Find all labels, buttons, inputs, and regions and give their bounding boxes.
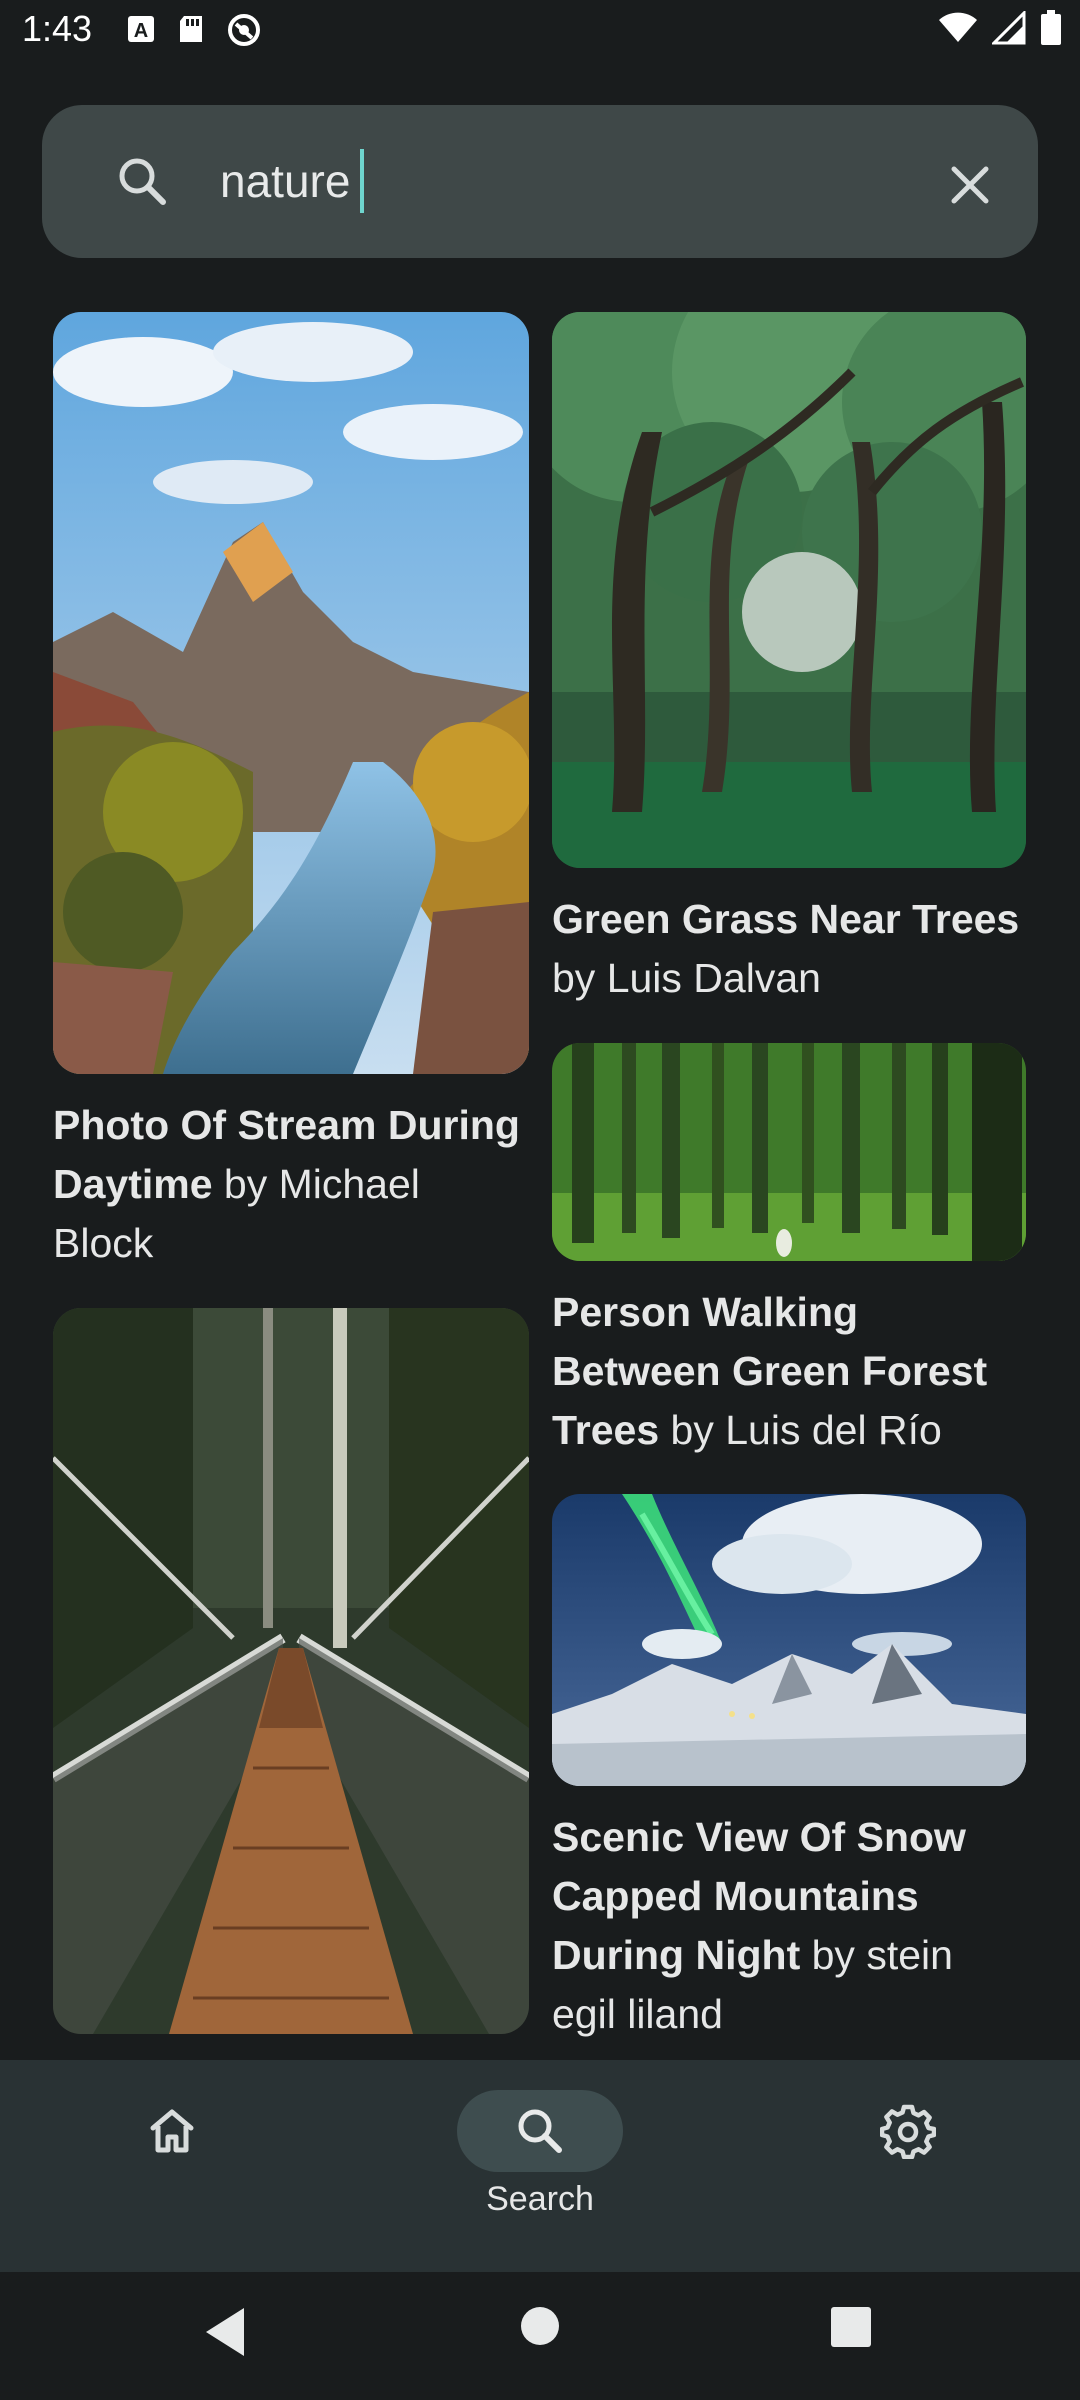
suspension-bridge-image bbox=[53, 1308, 529, 2034]
wifi-icon bbox=[939, 12, 977, 42]
vpn-icon bbox=[228, 14, 260, 46]
back-icon[interactable] bbox=[200, 2302, 250, 2362]
home-icon bbox=[150, 2109, 194, 2153]
by-text: by bbox=[659, 1407, 726, 1453]
green-forest-image bbox=[552, 1043, 1026, 1261]
a-icon: A bbox=[128, 16, 154, 42]
svg-text:A: A bbox=[134, 20, 148, 42]
by-text: by bbox=[800, 1932, 867, 1978]
status-left-icons: A bbox=[126, 12, 262, 48]
author-name: Luis Dalvan bbox=[606, 955, 821, 1001]
by-text: by bbox=[212, 1161, 279, 1207]
aurora-mountains-photo[interactable] bbox=[552, 1494, 1026, 1786]
nav-pill bbox=[89, 2090, 255, 2172]
green-trees-image bbox=[552, 312, 1026, 868]
aurora-mountains-image bbox=[552, 1494, 1026, 1786]
result-caption: Photo Of Stream During Daytime by Michae… bbox=[53, 1096, 529, 1273]
status-time: 1:43 bbox=[22, 8, 93, 49]
green-trees-photo[interactable] bbox=[552, 312, 1026, 868]
photo-title: Green Grass Near Trees bbox=[552, 896, 1020, 942]
recents-icon[interactable] bbox=[830, 2306, 872, 2348]
nav-pill-active bbox=[457, 2090, 623, 2172]
search-icon bbox=[119, 158, 166, 205]
result-card[interactable]: Person Walking Between Green Forest Tree… bbox=[552, 1043, 1026, 1460]
app-screen: 1:43 A nature Photo Of Stream During Day… bbox=[0, 0, 1080, 2400]
suspension-bridge-photo[interactable] bbox=[53, 1308, 529, 2034]
nav-item-search[interactable]: Search bbox=[440, 2090, 640, 2219]
battery-icon bbox=[1041, 10, 1061, 45]
by-text: by bbox=[552, 955, 607, 1001]
nav-pill bbox=[825, 2090, 991, 2172]
result-caption: Scenic View Of Snow Capped Mountains Dur… bbox=[552, 1808, 1026, 2044]
home-button-icon[interactable] bbox=[520, 2306, 560, 2346]
result-card[interactable] bbox=[53, 1308, 529, 2056]
nav-item-home[interactable] bbox=[72, 2090, 272, 2180]
text-caret bbox=[360, 149, 364, 213]
sd-card-icon bbox=[180, 16, 202, 42]
signal-icon bbox=[992, 11, 1026, 45]
nav-item-settings[interactable] bbox=[808, 2090, 1008, 2180]
stream-canyon-photo[interactable] bbox=[53, 312, 529, 1074]
result-card[interactable]: Green Grass Near Trees by Luis Dalvan bbox=[552, 312, 1026, 1008]
result-card[interactable]: Scenic View Of Snow Capped Mountains Dur… bbox=[552, 1494, 1026, 2044]
search-bar[interactable] bbox=[42, 105, 1038, 258]
nav-label: Search bbox=[486, 2180, 594, 2218]
result-caption: Person Walking Between Green Forest Tree… bbox=[552, 1283, 1026, 1460]
stream-canyon-image bbox=[53, 312, 529, 1074]
bottom-navigation: Search bbox=[0, 2060, 1080, 2272]
search-input[interactable] bbox=[220, 145, 920, 217]
author-name: Luis del Río bbox=[725, 1407, 942, 1453]
search-icon bbox=[518, 2109, 562, 2153]
close-icon[interactable] bbox=[940, 155, 1000, 215]
result-card[interactable]: Photo Of Stream During Daytime by Michae… bbox=[53, 312, 529, 1273]
green-forest-photo[interactable] bbox=[552, 1043, 1026, 1261]
status-bar: 1:43 A bbox=[0, 0, 1080, 62]
system-navigation-bar bbox=[0, 2272, 1080, 2400]
status-right-icons bbox=[938, 10, 1062, 46]
gear-icon bbox=[880, 2104, 936, 2159]
result-caption: Green Grass Near Trees by Luis Dalvan bbox=[552, 890, 1026, 1008]
